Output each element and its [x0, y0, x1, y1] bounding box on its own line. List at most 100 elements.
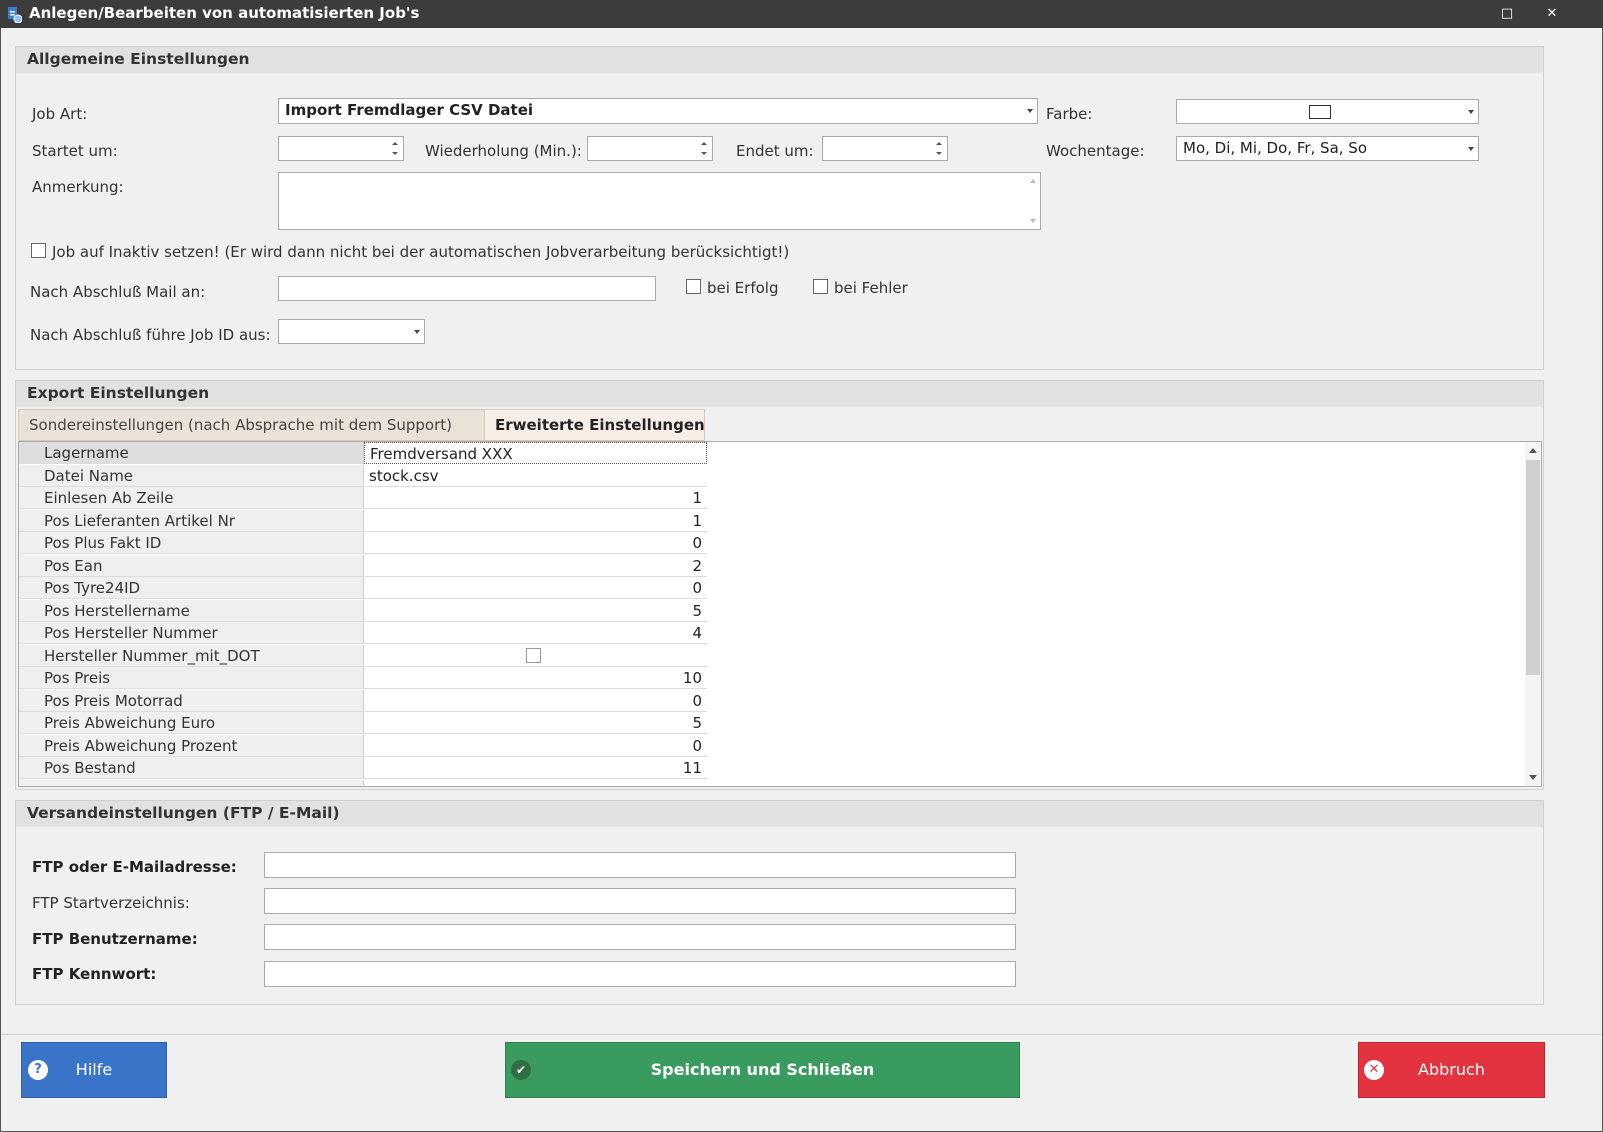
property-row[interactable]: Pos Plus Fakt ID 0 — [19, 532, 707, 555]
wochentage-dropdown[interactable]: Mo, Di, Mi, Do, Fr, Sa, So — [1176, 136, 1479, 161]
ftp-address-input[interactable] — [264, 852, 1016, 878]
property-row[interactable]: Einlesen Ab Zeile 1 — [19, 487, 707, 510]
scroll-up-icon[interactable] — [1529, 448, 1537, 453]
maximize-button[interactable]: □ — [1496, 3, 1518, 25]
close-window-button[interactable]: ✕ — [1541, 3, 1563, 25]
property-value[interactable]: 0 — [364, 689, 707, 712]
property-value[interactable]: 5 — [364, 712, 707, 734]
erfolg-label: bei Erfolg — [707, 279, 779, 297]
property-value[interactable]: 5 — [364, 599, 707, 622]
property-name: Pos Plus Fakt ID — [19, 532, 364, 554]
property-value[interactable]: 1 — [364, 509, 707, 532]
anmerkung-textarea[interactable] — [278, 172, 1041, 230]
wiederholung-label: Wiederholung (Min.): — [425, 142, 582, 160]
ftp-user-input[interactable] — [264, 924, 1016, 950]
property-row[interactable]: Pos Preis Motorrad 0 — [19, 689, 707, 713]
startet-time-input[interactable] — [278, 136, 404, 161]
wiederholung-input[interactable] — [587, 136, 713, 161]
property-value[interactable]: 4 — [364, 622, 707, 644]
property-grid-scrollbar[interactable] — [1525, 442, 1541, 786]
close-icon: ✕ — [1364, 1060, 1384, 1080]
save-button[interactable]: ✔ Speichern und Schließen — [505, 1042, 1020, 1098]
tab-sondereinstellungen[interactable]: Sondereinstellungen (nach Absprache mit … — [18, 409, 485, 441]
job-art-value: Import Fremdlager CSV Datei — [285, 101, 534, 119]
property-value[interactable]: 0 — [364, 734, 707, 757]
general-settings-group: Allgemeine Einstellungen Job Art: Import… — [15, 46, 1544, 370]
property-name: Pos Preis Motorrad — [19, 689, 364, 712]
property-name: Datei Name — [19, 464, 364, 487]
property-row[interactable]: Preis Abweichung Euro 5 — [19, 712, 707, 735]
mail-label: Nach Abschluß Mail an: — [30, 283, 206, 301]
mail-input[interactable] — [278, 276, 656, 301]
app-icon — [8, 7, 22, 23]
property-grid[interactable]: Lagername Fremdversand XXX Datei Name stock… — [18, 441, 1542, 787]
endet-label: Endet um: — [736, 142, 814, 160]
property-name: Lagername — [19, 442, 364, 464]
property-name — [19, 779, 364, 786]
farbe-dropdown[interactable] — [1176, 99, 1479, 124]
property-value[interactable] — [364, 644, 707, 667]
wochentage-value: Mo, Di, Mi, Do, Fr, Sa, So — [1183, 139, 1368, 157]
export-settings-group: Export Einstellungen Sondereinstellungen… — [15, 380, 1544, 790]
endet-time-input[interactable] — [822, 136, 948, 161]
ftp-address-label: FTP oder E-Mailadresse: — [32, 858, 237, 876]
property-name: Pos Tyre24ID — [19, 577, 364, 599]
property-row[interactable]: Hersteller Nummer_mit_DOT — [19, 644, 707, 668]
cancel-button-label: Abbruch — [1418, 1060, 1485, 1079]
inaktiv-checkbox[interactable] — [31, 243, 46, 258]
property-row-partial — [19, 779, 707, 786]
property-value[interactable]: 1 — [364, 487, 707, 509]
fehler-checkbox[interactable] — [813, 279, 828, 294]
property-value[interactable]: 0 — [364, 577, 707, 599]
job-art-label: Job Art: — [32, 105, 88, 123]
spinner-icon[interactable] — [934, 139, 944, 159]
ftp-start-input[interactable] — [264, 888, 1016, 914]
job-art-dropdown[interactable]: Import Fremdlager CSV Datei — [278, 98, 1038, 124]
property-row[interactable]: Pos Herstellername 5 — [19, 599, 707, 623]
chevron-down-icon — [1468, 146, 1474, 151]
ftp-pass-label: FTP Kennwort: — [32, 965, 157, 983]
property-value[interactable]: Fremdversand XXX — [364, 442, 707, 464]
property-value[interactable]: 10 — [364, 667, 707, 689]
ftp-start-label: FTP Startverzeichnis: — [32, 894, 190, 912]
property-value[interactable]: 0 — [364, 532, 707, 554]
property-name: Preis Abweichung Euro — [19, 712, 364, 734]
property-row[interactable]: Lagername Fremdversand XXX — [19, 442, 707, 465]
property-name: Pos Bestand — [19, 757, 364, 779]
chevron-down-icon — [414, 329, 420, 334]
property-row[interactable]: Pos Hersteller Nummer 4 — [19, 622, 707, 645]
erfolg-checkbox[interactable] — [686, 279, 701, 294]
scrollbar-thumb[interactable] — [1526, 460, 1540, 675]
property-name: Pos Hersteller Nummer — [19, 622, 364, 644]
help-button[interactable]: ? Hilfe — [21, 1042, 167, 1098]
startet-label: Startet um: — [32, 142, 118, 160]
scroll-down-icon[interactable] — [1030, 219, 1036, 223]
property-row[interactable]: Datei Name stock.csv — [19, 464, 707, 488]
cancel-button[interactable]: ✕ Abbruch — [1358, 1042, 1545, 1098]
chevron-down-icon — [1468, 109, 1474, 114]
scroll-up-icon[interactable] — [1030, 179, 1036, 183]
tab-erweiterte-einstellungen[interactable]: Erweiterte Einstellungen — [484, 409, 705, 441]
property-row[interactable]: Pos Tyre24ID 0 — [19, 577, 707, 600]
question-icon: ? — [28, 1060, 48, 1080]
job-id-dropdown[interactable] — [278, 319, 425, 344]
property-row[interactable]: Preis Abweichung Prozent 0 — [19, 734, 707, 758]
property-row[interactable]: Pos Ean 2 — [19, 554, 707, 578]
property-row[interactable]: Pos Bestand 11 — [19, 757, 707, 780]
property-value[interactable]: 11 — [364, 757, 707, 779]
property-row[interactable]: Pos Preis 10 — [19, 667, 707, 690]
property-checkbox[interactable] — [526, 647, 541, 663]
property-value[interactable]: 2 — [364, 554, 707, 577]
spinner-icon[interactable] — [390, 139, 400, 159]
ftp-pass-input[interactable] — [264, 961, 1016, 987]
ftp-user-label: FTP Benutzername: — [32, 930, 198, 948]
property-name: Pos Ean — [19, 554, 364, 577]
property-name: Hersteller Nummer_mit_DOT — [19, 644, 364, 667]
property-name: Pos Preis — [19, 667, 364, 689]
property-value[interactable]: stock.csv — [364, 464, 707, 487]
spinner-icon[interactable] — [699, 139, 709, 159]
save-button-label: Speichern und Schließen — [650, 1060, 875, 1079]
scroll-down-icon[interactable] — [1529, 775, 1537, 780]
general-settings-header: Allgemeine Einstellungen — [16, 47, 1543, 73]
property-row[interactable]: Pos Lieferanten Artikel Nr 1 — [19, 509, 707, 533]
